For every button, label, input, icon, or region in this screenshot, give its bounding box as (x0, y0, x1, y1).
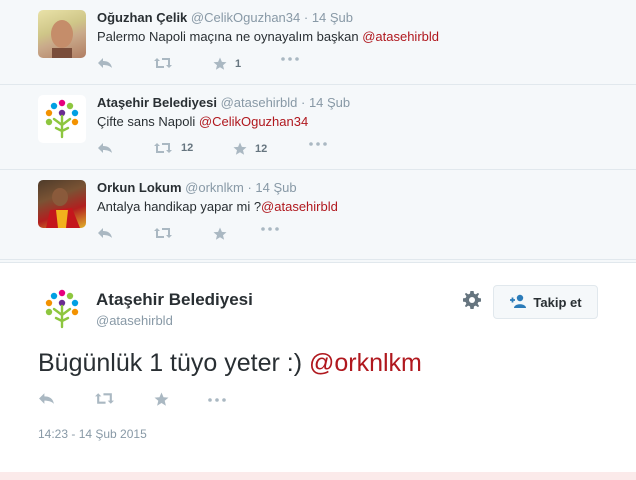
tweet-timestamp[interactable]: 14:23 - 14 Şub 2015 (38, 427, 147, 441)
retweet-button[interactable] (153, 227, 181, 239)
tweet-text: Antalya handikap yapar mi ?@atasehirbld (97, 199, 338, 214)
tweet-actions: 1 (97, 57, 397, 71)
reply-icon (97, 142, 113, 154)
more-icon (261, 227, 279, 231)
tweet-text: Çifte sans Napoli @CelikOguzhan34 (97, 114, 308, 129)
tweet-header: Oğuzhan Çelik @CelikOguzhan34 · 14 Şub (97, 10, 353, 25)
reply-tweet-3[interactable]: Orkun Lokum @orknlkm · 14 Şub Antalya ha… (0, 170, 636, 260)
tweet-body: Antalya handikap yapar mi ? (97, 199, 262, 214)
reply-icon (38, 392, 55, 405)
star-icon (154, 392, 169, 407)
main-tweet: Ataşehir Belediyesi @atasehirbld Takip e… (0, 262, 636, 473)
follow-label: Takip et (533, 294, 582, 310)
favorite-button[interactable] (154, 392, 169, 407)
star-icon (213, 57, 227, 71)
author-handle[interactable]: @CelikOguzhan34 (191, 10, 300, 25)
more-button[interactable] (208, 398, 226, 402)
tweet-actions: 12 12 (97, 142, 397, 156)
more-button[interactable] (281, 57, 299, 61)
avatar[interactable] (38, 10, 86, 58)
tweet-header: Orkun Lokum @orknlkm · 14 Şub (97, 180, 297, 195)
more-button[interactable] (309, 142, 327, 146)
retweet-icon (153, 227, 173, 239)
reply-icon (97, 57, 113, 69)
mention-link[interactable]: @CelikOguzhan34 (199, 114, 308, 129)
reply-icon (97, 227, 113, 239)
tweet-time[interactable]: · 14 Şub (304, 10, 353, 25)
reply-button[interactable] (97, 227, 113, 239)
more-button[interactable] (261, 227, 279, 231)
more-icon (208, 398, 226, 402)
author-name[interactable]: Ataşehir Belediyesi (96, 290, 253, 310)
more-icon (281, 57, 299, 61)
star-icon (233, 142, 247, 156)
mention-link[interactable]: @orknlkm (309, 349, 422, 377)
tweet-body: Bügünlük 1 tüyo yeter :) (38, 349, 309, 377)
bottom-divider (0, 472, 636, 480)
tweet-time[interactable]: · 14 Şub (247, 180, 296, 195)
avatar[interactable] (38, 180, 86, 228)
tweet-body: Çifte sans Napoli (97, 114, 199, 129)
reply-tweet-1[interactable]: Oğuzhan Çelik @CelikOguzhan34 · 14 Şub P… (0, 0, 636, 85)
retweet-count: 12 (181, 142, 194, 154)
more-icon (309, 142, 327, 146)
mention-link[interactable]: @atasehirbld (362, 29, 439, 44)
author-handle[interactable]: @atasehirbld (221, 95, 298, 110)
retweet-button[interactable]: 12 (153, 142, 193, 154)
retweet-icon (153, 142, 173, 154)
favorite-button[interactable]: 1 (213, 57, 241, 71)
reply-button[interactable] (97, 142, 113, 154)
tweet-actions (97, 227, 397, 241)
author-name[interactable]: Ataşehir Belediyesi (97, 95, 217, 110)
tweet-header: Ataşehir Belediyesi @atasehirbld · 14 Şu… (97, 95, 350, 110)
tweet-body: Palermo Napoli maçına ne oynayalım başka… (97, 29, 363, 44)
author-handle[interactable]: @orknlkm (185, 180, 244, 195)
star-icon (213, 227, 227, 241)
favorite-button[interactable] (213, 227, 235, 241)
reply-button[interactable] (97, 57, 113, 69)
retweet-icon (94, 392, 115, 405)
favorite-button[interactable]: 12 (233, 142, 267, 156)
add-user-icon (509, 294, 533, 311)
retweet-button[interactable] (94, 392, 115, 405)
retweet-button[interactable] (153, 57, 181, 69)
retweet-icon (153, 57, 173, 69)
favorite-count: 12 (255, 143, 268, 155)
author-handle[interactable]: @atasehirbld (96, 313, 173, 328)
follow-button[interactable]: Takip et (493, 285, 598, 319)
reply-button[interactable] (38, 392, 55, 405)
tweet-time[interactable]: · 14 Şub (301, 95, 350, 110)
avatar[interactable] (38, 95, 86, 143)
tweet-actions (38, 392, 338, 408)
reply-tweet-2[interactable]: Ataşehir Belediyesi @atasehirbld · 14 Şu… (0, 85, 636, 170)
avatar[interactable] (38, 285, 86, 333)
tweet-text: Bügünlük 1 tüyo yeter :) @orknlkm (38, 349, 422, 378)
tweet-text: Palermo Napoli maçına ne oynayalım başka… (97, 29, 439, 44)
author-name[interactable]: Orkun Lokum (97, 180, 182, 195)
author-name[interactable]: Oğuzhan Çelik (97, 10, 187, 25)
mention-link[interactable]: @atasehirbld (261, 199, 338, 214)
gear-icon[interactable] (462, 290, 482, 310)
favorite-count: 1 (235, 58, 242, 70)
